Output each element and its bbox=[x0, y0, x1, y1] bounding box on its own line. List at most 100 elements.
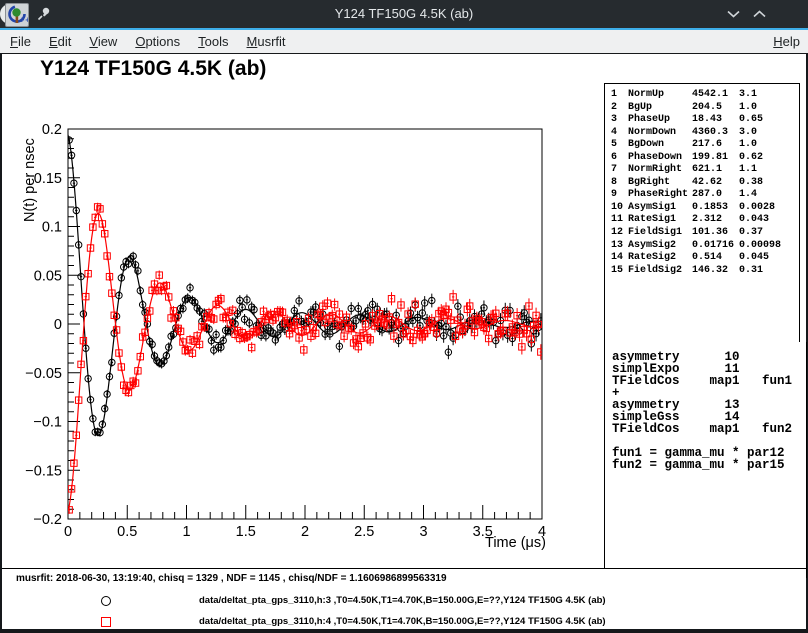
parameter-row: 4NormDown4360.33.0 bbox=[605, 127, 799, 140]
y-tick-label: −0.1 bbox=[33, 415, 62, 431]
theory-line: TFieldCos map1 fun2 bbox=[612, 423, 806, 435]
y-axis-title: N(t) per nsec bbox=[22, 138, 38, 222]
param-number: 8 bbox=[611, 177, 628, 190]
param-value: 0.514 bbox=[692, 252, 739, 265]
plot-area[interactable]: 00.511.522.533.540.20.150.10.050−0.05−0.… bbox=[2, 54, 602, 568]
root-canvas: Y124 TF150G 4.5K (ab) 00.511.522.533.540… bbox=[2, 54, 806, 628]
y-tick-label: −0.15 bbox=[25, 463, 62, 479]
theory-line: TFieldCos map1 fun1 bbox=[612, 375, 806, 387]
param-name: RateSig1 bbox=[628, 214, 692, 227]
x-tick-label: 2 bbox=[301, 524, 309, 540]
param-name: PhaseDown bbox=[628, 152, 692, 165]
param-name: BgRight bbox=[628, 177, 692, 190]
param-name: PhaseUp bbox=[628, 114, 692, 127]
legend-label: data/deltat_pta_gps_3110,h:3 ,T0=4.50K,T… bbox=[199, 595, 606, 606]
param-error: 0.38 bbox=[739, 177, 799, 190]
menu-item-view[interactable]: View bbox=[80, 30, 126, 53]
minimize-button[interactable] bbox=[722, 4, 744, 24]
y-tick-label: −0.05 bbox=[25, 366, 62, 382]
window-title: Y124 TF150G 4.5K (ab) bbox=[0, 0, 808, 28]
parameter-row: 13AsymSig20.017160.00098 bbox=[605, 240, 799, 253]
param-error: 0.043 bbox=[739, 214, 799, 227]
param-error: 0.65 bbox=[739, 114, 799, 127]
param-value: 4542.1 bbox=[692, 89, 739, 102]
parameter-row: 6PhaseDown199.810.62 bbox=[605, 152, 799, 165]
param-number: 2 bbox=[611, 102, 628, 115]
menu-item-tools[interactable]: Tools bbox=[189, 30, 237, 53]
theory-line: fun2 = gamma_mu * par15 bbox=[612, 459, 806, 471]
param-value: 199.81 bbox=[692, 152, 739, 165]
parameter-row: 2BgUp204.51.0 bbox=[605, 102, 799, 115]
y-tick-label: 0.2 bbox=[42, 122, 62, 138]
param-number: 7 bbox=[611, 164, 628, 177]
param-error: 1.0 bbox=[739, 139, 799, 152]
param-number: 12 bbox=[611, 227, 628, 240]
param-name: FieldSig2 bbox=[628, 265, 692, 278]
param-value: 217.6 bbox=[692, 139, 739, 152]
legend-entry: data/deltat_pta_gps_3110,h:3 ,T0=4.50K,T… bbox=[2, 594, 806, 608]
param-number: 3 bbox=[611, 114, 628, 127]
menu-item-help[interactable]: Help bbox=[764, 30, 808, 53]
param-name: NormUp bbox=[628, 89, 692, 102]
parameter-row: 11RateSig12.3120.043 bbox=[605, 214, 799, 227]
param-error: 3.1 bbox=[739, 89, 799, 102]
param-name: FieldSig1 bbox=[628, 227, 692, 240]
fit-info-text: musrfit: 2018-06-30, 13:19:40, chisq = 1… bbox=[16, 573, 447, 584]
parameter-row: 12FieldSig1101.360.37 bbox=[605, 227, 799, 240]
param-error: 1.0 bbox=[739, 102, 799, 115]
y-tick-label: 0 bbox=[54, 317, 62, 333]
x-tick-label: 1.5 bbox=[236, 524, 256, 540]
x-tick-label: 0 bbox=[64, 524, 72, 540]
param-name: AsymSig2 bbox=[628, 240, 692, 253]
parameter-row: 14RateSig20.5140.045 bbox=[605, 252, 799, 265]
param-error: 1.4 bbox=[739, 189, 799, 202]
maximize-button[interactable] bbox=[748, 4, 770, 24]
param-value: 287.0 bbox=[692, 189, 739, 202]
param-error: 0.31 bbox=[739, 265, 799, 278]
param-number: 1 bbox=[611, 89, 628, 102]
parameter-row: 10AsymSig10.18530.0028 bbox=[605, 202, 799, 215]
param-value: 101.36 bbox=[692, 227, 739, 240]
param-value: 4360.3 bbox=[692, 127, 739, 140]
parameter-row: 9PhaseRight287.01.4 bbox=[605, 189, 799, 202]
square-marker-icon bbox=[101, 617, 111, 627]
y-tick-label: 0.05 bbox=[34, 268, 62, 284]
param-number: 6 bbox=[611, 152, 628, 165]
info-pad: musrfit: 2018-06-30, 13:19:40, chisq = 1… bbox=[2, 568, 806, 629]
parameter-row: 1NormUp4542.13.1 bbox=[605, 89, 799, 102]
param-number: 15 bbox=[611, 265, 628, 278]
y-tick-label: 0.15 bbox=[34, 171, 62, 187]
parameter-row: 15FieldSig2146.320.31 bbox=[605, 265, 799, 278]
parameter-row: 8BgRight42.620.38 bbox=[605, 177, 799, 190]
param-error: 0.00098 bbox=[739, 240, 799, 253]
param-value: 0.01716 bbox=[692, 240, 739, 253]
param-name: NormDown bbox=[628, 127, 692, 140]
param-name: PhaseRight bbox=[628, 189, 692, 202]
menu-item-musrfit[interactable]: Musrfit bbox=[238, 30, 295, 53]
param-value: 621.1 bbox=[692, 164, 739, 177]
param-error: 0.045 bbox=[739, 252, 799, 265]
param-number: 4 bbox=[611, 127, 628, 140]
parameter-pad: 1NormUp4542.13.12BgUp204.51.03PhaseUp18.… bbox=[604, 83, 800, 348]
param-value: 2.312 bbox=[692, 214, 739, 227]
x-tick-label: 1 bbox=[182, 524, 190, 540]
param-name: BgUp bbox=[628, 102, 692, 115]
legend-entry: data/deltat_pta_gps_3110,h:4 ,T0=4.50K,T… bbox=[2, 615, 806, 629]
param-number: 11 bbox=[611, 214, 628, 227]
application-window: ++ Y124 TF150G 4.5K (ab) FileEditViewOpt… bbox=[0, 0, 808, 633]
param-error: 0.37 bbox=[739, 227, 799, 240]
param-number: 13 bbox=[611, 240, 628, 253]
param-value: 204.5 bbox=[692, 102, 739, 115]
menu-item-edit[interactable]: Edit bbox=[40, 30, 80, 53]
x-tick-label: 2.5 bbox=[354, 524, 374, 540]
data-series-circle bbox=[66, 135, 544, 437]
param-error: 0.62 bbox=[739, 152, 799, 165]
param-value: 42.62 bbox=[692, 177, 739, 190]
param-name: RateSig2 bbox=[628, 252, 692, 265]
data-series-square bbox=[66, 203, 544, 514]
parameter-row: 3PhaseUp18.430.65 bbox=[605, 114, 799, 127]
menu-item-file[interactable]: File bbox=[0, 30, 40, 53]
param-error: 3.0 bbox=[739, 127, 799, 140]
menu-item-options[interactable]: Options bbox=[126, 30, 189, 53]
parameter-row: 7NormRight621.11.1 bbox=[605, 164, 799, 177]
